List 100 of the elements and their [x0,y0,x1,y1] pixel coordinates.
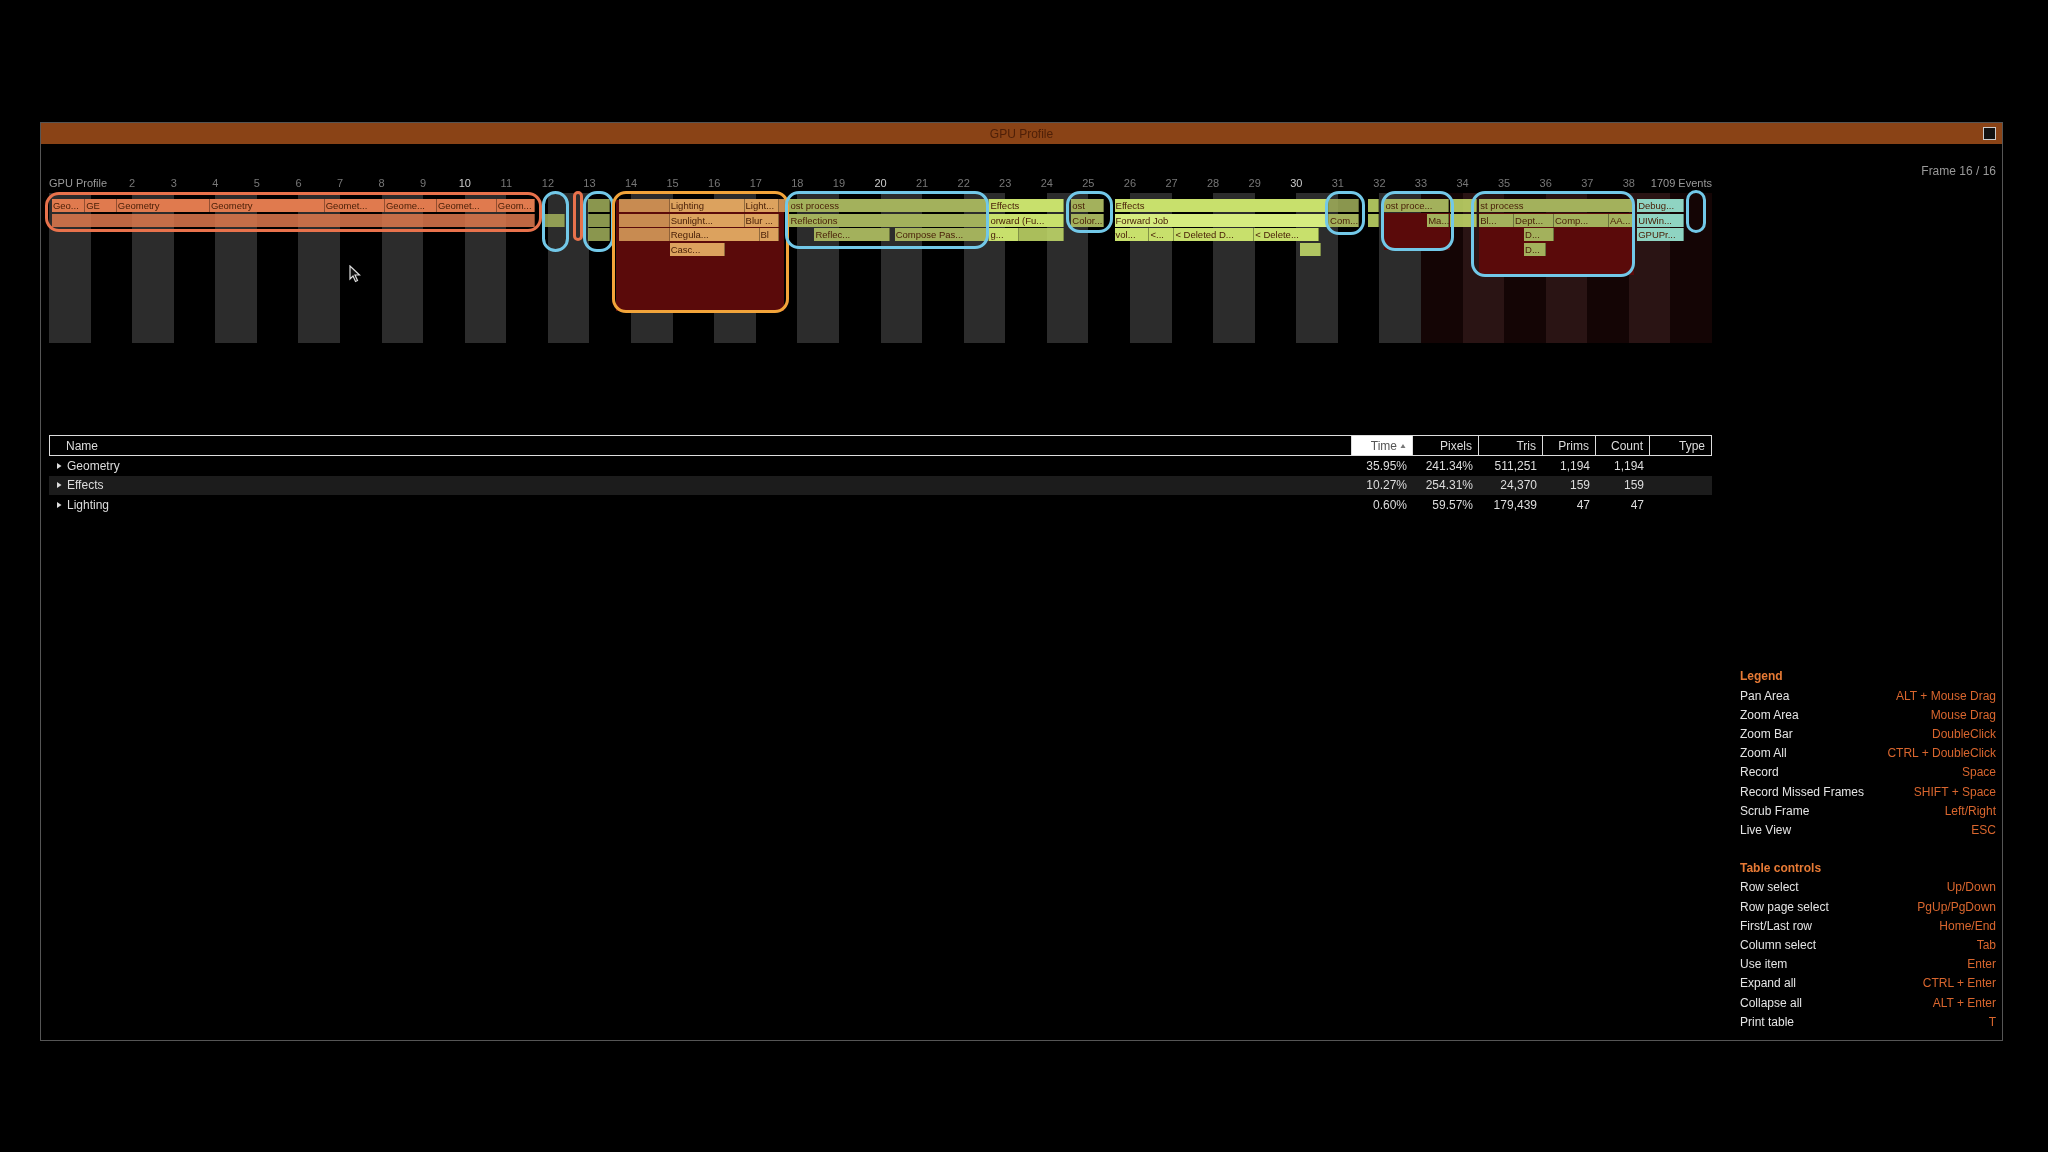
column-header[interactable]: Name [50,436,1351,455]
event-bar[interactable]: < Delete... [1254,228,1320,241]
event-bar[interactable] [587,213,610,227]
legend-action: Expand all [1740,975,1797,993]
highlight-outline [1325,191,1365,235]
event-bar[interactable]: Color... [1071,213,1105,227]
frame-number: 21 [915,177,929,189]
event-bar[interactable] [51,213,535,227]
frame-number: 12 [541,177,554,189]
expand-icon[interactable] [56,462,62,469]
event-bar[interactable]: Compose Pas... [894,228,990,241]
table-cell-text: 47 [1575,497,1591,512]
shortcut-keys: DoubleClick [1931,724,1996,745]
event-bar[interactable]: Effects [1114,199,1330,212]
event-bar[interactable]: g... [989,228,1020,241]
frame-number: 15 [666,177,679,189]
frame-number: 8 [378,177,385,189]
row-name[interactable]: Geometry [67,458,120,473]
event-bar[interactable]: orward (Fu... [989,213,1065,227]
legend-action: Collapse all [1740,994,1803,1012]
event-bar[interactable]: Debug... [1637,199,1685,212]
frame-number: 2 [129,177,136,189]
frame-number: 18 [791,177,804,189]
highlight-outline [1686,190,1706,233]
shortcut-keys: Home/End [1939,916,1996,936]
frame-number: 4 [212,177,219,189]
event-bar[interactable]: Light... [744,199,780,212]
shortcut-keys: PgUp/PgDown [1917,897,1996,917]
event-bar[interactable]: < Deleted D... [1174,228,1255,241]
frame-number: 23 [999,177,1012,189]
event-bar[interactable]: GPUPr... [1637,228,1685,241]
event-bar[interactable]: st process [1479,199,1635,212]
event-bar[interactable]: Geomet... [324,199,385,212]
event-bar[interactable]: D... [1524,228,1554,241]
event-bar[interactable]: Geom... [496,199,535,212]
event-bar[interactable]: <... [1149,228,1175,241]
frame-number: 16 [708,177,721,189]
event-bar[interactable] [587,228,610,241]
table-cell-text: 59.57% [1431,497,1474,512]
column-header[interactable]: Time [1351,436,1412,455]
frame-number: 22 [957,177,970,189]
frame-number: 20 [874,177,887,189]
frame-number: 26 [1123,177,1137,189]
event-bar[interactable]: Forward Job [1114,213,1330,227]
event-bar[interactable]: Geometry [116,199,210,212]
event-bar[interactable] [1367,213,1380,227]
event-bar[interactable]: Lighting [669,199,745,212]
cursor-icon [349,265,361,283]
table-cell-text: 24,370 [1499,478,1538,493]
event-bar[interactable]: ost [1071,199,1105,212]
shortcut-keys: CTRL + DoubleClick [1887,744,1996,764]
legend-action: Scrub Frame [1740,802,1810,820]
column-header[interactable]: Prims [1542,436,1595,455]
event-bar[interactable]: Com... [1329,213,1359,227]
event-bar[interactable]: Geomet... [436,199,497,212]
event-bar[interactable]: GE [85,199,117,212]
highlight-outline [1065,191,1114,233]
event-bar[interactable] [1019,228,1065,241]
legend-heading: Legend [1740,668,1784,686]
frame-number: 14 [624,177,638,189]
close-button[interactable] [1983,127,1996,140]
frame-number: 17 [749,177,762,189]
legend-action: Print table [1740,1013,1795,1031]
event-bar[interactable]: Regula... [669,228,760,241]
legend-action: Live View [1740,821,1792,839]
row-name[interactable]: Lighting [67,497,110,512]
shortcut-keys: Tab [1976,936,1996,956]
event-bar[interactable]: Reflec... [814,228,890,241]
frame-number: 34 [1456,177,1469,189]
shortcut-keys: T [1988,1012,1996,1032]
event-bar[interactable]: Effects [989,199,1065,212]
frame-number: 30 [1290,177,1303,189]
legend-action: Record [1740,764,1779,782]
event-bar[interactable]: vol... [1114,228,1150,241]
event-bar[interactable]: ost proce... [1384,199,1450,212]
frame-number: 3 [170,177,177,189]
shortcut-keys: ESC [1971,820,1996,841]
frame-number: 24 [1040,177,1053,189]
frame-number: 5 [253,177,260,189]
expand-icon[interactable] [56,482,62,489]
event-bar[interactable]: Geo... [51,199,86,212]
frame-number: 38 [1622,177,1635,189]
event-bar[interactable]: Geometry [209,199,325,212]
row-name[interactable]: Effects [67,478,104,493]
legend-action: Zoom Bar [1740,725,1793,743]
shortcut-keys: Enter [1967,955,1996,975]
sort-icon [1400,442,1406,449]
frame-number: 28 [1206,177,1220,189]
event-bar[interactable]: Geome... [384,199,437,212]
table-cell-text: 1,194 [1612,458,1645,473]
event-bar[interactable] [1367,199,1380,212]
column-header[interactable]: Tris [1478,436,1542,455]
expand-icon[interactable] [56,501,62,508]
column-header[interactable]: Pixels [1412,436,1478,455]
column-header[interactable]: Count [1595,436,1649,455]
event-bar[interactable] [587,199,610,212]
legend-action: Zoom All [1740,745,1787,763]
legend-action: Zoom Area [1740,706,1799,724]
table-cell-text: 511,251 [1493,458,1538,473]
column-header[interactable]: Type [1649,436,1711,455]
